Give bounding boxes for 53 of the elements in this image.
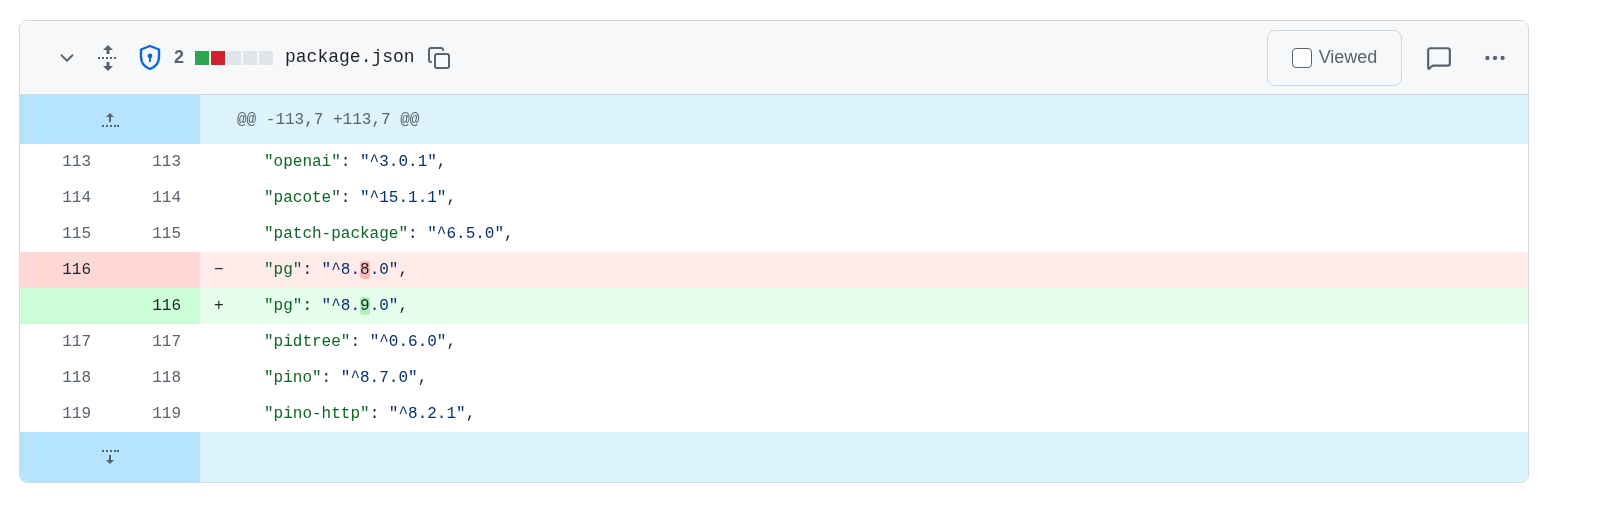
code-token: "^15.1.1" [360, 189, 447, 207]
code-token: , [504, 225, 514, 243]
code-token: , [398, 261, 409, 279]
code-token: : [340, 189, 352, 207]
diff-sign: + [213, 296, 225, 317]
code-token: "pino" [264, 369, 322, 387]
expand-all-icon[interactable] [97, 43, 119, 72]
code-token: "^8. [321, 297, 360, 315]
shield-icon[interactable] [138, 44, 162, 71]
code-token: : [408, 225, 419, 243]
code-token: .0" [369, 297, 399, 315]
code-token: "^0.6.0" [369, 333, 447, 351]
comment-icon[interactable] [1426, 44, 1452, 71]
changed-character: 8 [360, 261, 370, 279]
diffstat-square [211, 50, 225, 65]
code-token: "openai" [264, 153, 341, 171]
code-token: "pg" [264, 297, 303, 315]
code-token: "pino-http" [264, 405, 370, 423]
code-token: : [369, 405, 381, 423]
file-name[interactable]: package.json [285, 44, 415, 71]
alert-count: 2 [174, 46, 184, 69]
viewed-button[interactable]: Viewed [1267, 29, 1402, 86]
code-token: , [436, 153, 447, 171]
code-token: , [446, 189, 457, 207]
copy-icon[interactable] [426, 45, 451, 70]
expand-up-icon[interactable] [100, 110, 120, 129]
code-token: : [302, 297, 313, 315]
code-token: "^8.2.1" [388, 405, 466, 423]
viewed-checkbox[interactable] [1291, 47, 1312, 68]
code-token: "^3.0.1" [360, 153, 437, 171]
code-token: "pg" [264, 261, 303, 279]
code-token: "^6.5.0" [427, 225, 505, 243]
code-token: "^8.7.0" [340, 369, 418, 387]
code-token: "pacote" [264, 189, 341, 207]
new-line-number[interactable]: 116 [110, 288, 200, 324]
hunk-header: @@ -113,7 +113,7 @@ [237, 109, 420, 131]
diff-sign: − [213, 260, 225, 281]
code-token: "patch-package" [264, 225, 409, 243]
code-token: : [302, 261, 313, 279]
code-token: .0" [369, 261, 399, 279]
code-token: : [350, 333, 362, 351]
old-line-number[interactable]: 116 [20, 252, 110, 288]
code-token: : [340, 153, 352, 171]
changed-character: 9 [360, 297, 370, 315]
code-token: : [321, 369, 333, 387]
code-token: , [446, 333, 457, 351]
code-token: "^8. [321, 261, 360, 279]
code-token: , [465, 405, 476, 423]
code-token: , [417, 369, 428, 387]
code-token: "pidtree" [264, 333, 351, 351]
expand-down-icon[interactable] [100, 448, 120, 466]
diffstat-square [195, 50, 209, 65]
code-token: , [398, 297, 409, 315]
